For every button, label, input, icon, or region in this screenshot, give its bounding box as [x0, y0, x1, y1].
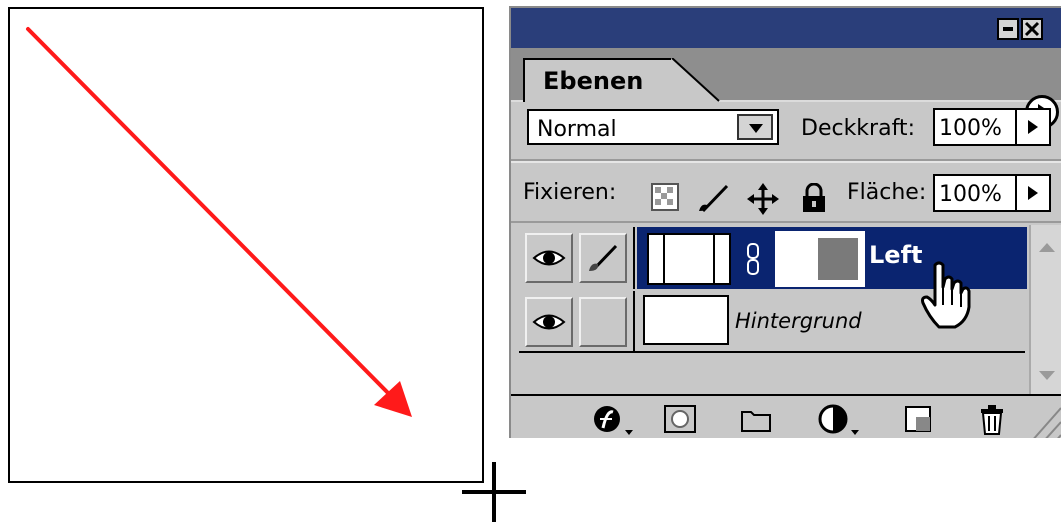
fill-value: 100%	[939, 182, 1002, 207]
padlock-icon[interactable]	[801, 183, 827, 213]
column-divider	[633, 291, 635, 353]
adjustment-layer-icon[interactable]	[817, 404, 861, 436]
eye-icon	[532, 314, 566, 330]
scroll-up-icon[interactable]	[1039, 243, 1055, 252]
layers-panel: Ebenen Normal Deckkraft: 100% Fixieren:	[509, 6, 1061, 438]
red-arrow	[26, 27, 412, 417]
resize-grip-icon[interactable]	[1027, 402, 1061, 438]
thumbnail-line	[663, 235, 665, 283]
opacity-label: Deckkraft:	[801, 116, 915, 141]
layer-thumbnail[interactable]	[647, 233, 731, 285]
opacity-slider-button[interactable]	[1017, 108, 1051, 146]
new-layer-icon[interactable]	[903, 404, 933, 434]
mask-fill	[818, 238, 858, 280]
trash-icon[interactable]	[977, 404, 1007, 436]
layer-row-hintergrund[interactable]: Hintergrund	[519, 291, 1027, 353]
divider	[519, 351, 1025, 353]
new-set-icon[interactable]	[739, 404, 773, 434]
layer-edit-indicator[interactable]	[579, 233, 627, 283]
close-button[interactable]	[1021, 18, 1043, 40]
layer-mask-thumbnail[interactable]	[775, 231, 865, 287]
layer-style-icon[interactable]	[591, 404, 635, 436]
layer-row-left[interactable]: Left	[519, 227, 1027, 329]
layer-name[interactable]: Left	[869, 241, 922, 269]
move-icon[interactable]	[747, 183, 779, 215]
chevron-down-icon[interactable]	[737, 114, 773, 140]
layer-edit-indicator[interactable]	[579, 297, 627, 347]
checkerboard-icon[interactable]	[651, 183, 679, 211]
brush-icon[interactable]	[697, 183, 731, 213]
divider	[511, 161, 1061, 163]
fill-field[interactable]: 100%	[933, 174, 1017, 212]
minimize-button[interactable]	[997, 18, 1019, 40]
fill-slider-button[interactable]	[1017, 174, 1051, 212]
layer-name[interactable]: Hintergrund	[735, 309, 862, 333]
panel-titlebar[interactable]	[511, 8, 1061, 48]
opacity-field[interactable]: 100%	[933, 108, 1017, 146]
tab-ebenen[interactable]: Ebenen	[523, 58, 673, 102]
blend-mode-value: Normal	[537, 117, 617, 142]
visibility-toggle[interactable]	[525, 233, 573, 283]
blend-mode-select[interactable]: Normal	[527, 109, 779, 145]
bottom-toolbar	[511, 394, 1061, 438]
add-mask-icon[interactable]	[663, 404, 697, 434]
scroll-down-icon[interactable]	[1039, 371, 1055, 380]
link-chain-icon[interactable]	[745, 243, 761, 275]
tab-edge	[671, 58, 720, 102]
brush-icon	[589, 244, 618, 271]
close-icon	[1024, 21, 1040, 37]
layer-thumbnail[interactable]	[643, 295, 729, 345]
layers-scrollbar[interactable]	[1029, 225, 1061, 395]
opacity-value: 100%	[939, 116, 1002, 141]
document-canvas[interactable]	[8, 7, 484, 483]
layers-list: Left Hintergrund	[519, 225, 1027, 353]
divider	[511, 221, 1061, 223]
fill-label: Fläche:	[847, 180, 927, 205]
column-divider	[633, 227, 635, 289]
thumbnail-line	[713, 235, 715, 283]
lock-label: Fixieren:	[523, 180, 617, 205]
visibility-toggle[interactable]	[525, 297, 573, 347]
eye-icon	[532, 250, 566, 266]
crosshair-cursor-icon	[462, 462, 526, 522]
tab-label: Ebenen	[543, 67, 644, 95]
tab-strip: Ebenen	[511, 48, 1061, 129]
